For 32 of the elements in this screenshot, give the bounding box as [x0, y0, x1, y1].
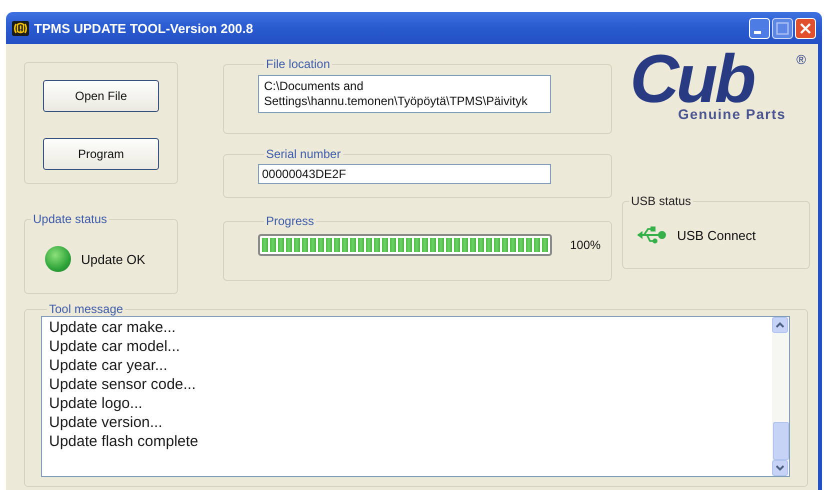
warning-icon [12, 20, 29, 36]
log-line: Update car year... [49, 356, 168, 375]
log-line: Update car model... [49, 337, 181, 356]
registered-mark: ® [796, 52, 806, 67]
window-title: TPMS UPDATE TOOL-Version 200.8 [34, 20, 254, 36]
scroll-thumb[interactable] [773, 422, 789, 460]
scrollbar[interactable] [772, 317, 789, 476]
progress-reading: 100% [570, 238, 601, 252]
serial-number-field[interactable]: 00000043DE2F [258, 164, 551, 184]
close-button[interactable] [795, 18, 816, 38]
open-file-button[interactable]: Open File [43, 80, 159, 112]
usb-status-text: USB Connect [677, 228, 756, 242]
scroll-down-button[interactable] [772, 460, 788, 476]
group-label: Progress [265, 214, 316, 228]
log-line: Update car make... [49, 318, 177, 337]
scroll-up-button[interactable] [772, 317, 788, 333]
minimize-button[interactable] [749, 18, 770, 38]
log-line: Update sensor code... [49, 375, 197, 394]
group-label: Serial number [265, 147, 342, 161]
program-button[interactable]: Program [43, 138, 159, 170]
log-line: Update version... [49, 413, 164, 432]
status-text: Update OK [81, 252, 146, 266]
group-label: USB status [630, 194, 692, 208]
log-line: Update flash complete [49, 432, 200, 451]
group-label: Update status [32, 212, 108, 226]
maximize-button[interactable] [772, 18, 793, 38]
log-line: Update logo... [49, 394, 144, 413]
brand-logo: Cub [630, 52, 754, 106]
group-label: File location [265, 57, 332, 71]
group-label: Tool message [48, 302, 124, 316]
file-path-field[interactable]: C:\Documents and Settings\hannu.temonen\Työpöytä\TPMS\Päivityk [258, 75, 551, 113]
logo-tagline: Genuine Parts [678, 106, 786, 122]
